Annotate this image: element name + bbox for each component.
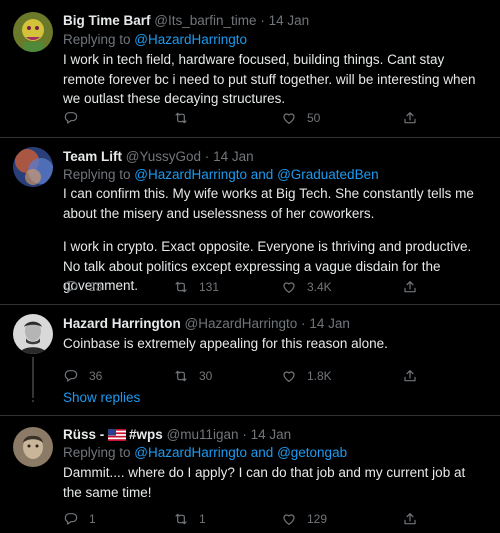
like-button[interactable]: 3.4K: [281, 277, 332, 297]
mention-link[interactable]: @HazardHarringto: [134, 32, 247, 47]
reply-button[interactable]: [63, 108, 89, 128]
share-icon: [402, 511, 418, 527]
tweet-text-paragraph: I can confirm this. My wife works at Big…: [63, 186, 474, 221]
user-handle[interactable]: @Its_barfin_time: [154, 13, 256, 28]
reply-count: 1: [89, 512, 96, 526]
share-button[interactable]: [402, 277, 428, 297]
retweet-count: 1: [199, 512, 206, 526]
tweet-text: I work in tech field, hardware focused, …: [63, 50, 483, 109]
avatar[interactable]: [13, 314, 53, 354]
tweet[interactable]: Rüss - #wps @mu11igan · 14 Jan Replying …: [0, 416, 500, 533]
replying-to-label: Replying to: [63, 445, 135, 460]
share-icon: [402, 368, 418, 384]
user-handle[interactable]: @mu11igan: [167, 427, 239, 442]
tweet-header: Hazard Harrington @HazardHarringto · 14 …: [63, 316, 350, 331]
replying-to: Replying to @HazardHarringto and @getong…: [63, 445, 347, 460]
tweet-header: Team Lift @YussyGod · 14 Jan: [63, 149, 254, 164]
tweet-text-paragraph: Coinbase is extremely appealing for this…: [63, 336, 388, 351]
like-icon: [281, 110, 297, 126]
reply-icon: [63, 279, 79, 295]
tweet[interactable]: Hazard Harrington @HazardHarringto · 14 …: [0, 305, 500, 416]
share-icon: [402, 279, 418, 295]
display-name[interactable]: Team Lift: [63, 149, 122, 164]
like-button[interactable]: 129: [281, 509, 327, 529]
us-flag-icon: [108, 429, 127, 441]
display-name[interactable]: Big Time Barf: [63, 13, 151, 28]
avatar[interactable]: [13, 427, 53, 467]
user-handle[interactable]: @HazardHarringto: [185, 316, 298, 331]
reply-button[interactable]: 23: [63, 277, 102, 297]
avatar[interactable]: [13, 12, 53, 52]
tweet-header: Rüss - #wps @mu11igan · 14 Jan: [63, 427, 291, 442]
tweet-text: Coinbase is extremely appealing for this…: [63, 334, 483, 354]
replying-to-label: Replying to: [63, 32, 135, 47]
timestamp[interactable]: 14 Jan: [309, 316, 350, 331]
timestamp[interactable]: 14 Jan: [251, 427, 292, 442]
like-button[interactable]: 1.8K: [281, 366, 332, 386]
reply-icon: [63, 368, 79, 384]
retweet-button[interactable]: 131: [173, 277, 219, 297]
share-button[interactable]: [402, 509, 428, 529]
tweet-actions: 36 30 1.8K: [63, 366, 483, 386]
retweet-button[interactable]: [173, 108, 199, 128]
separator-dot: ·: [204, 149, 210, 164]
reply-count: 36: [89, 369, 103, 383]
mention-link[interactable]: @HazardHarringto and @GraduatedBen: [134, 167, 378, 182]
retweet-icon: [173, 110, 189, 126]
like-icon: [281, 279, 297, 295]
retweet-icon: [173, 368, 189, 384]
timestamp[interactable]: 14 Jan: [269, 13, 310, 28]
tweet-actions: 23 131 3.4K: [63, 277, 483, 297]
separator-dot: ·: [301, 316, 306, 331]
retweet-count: 131: [199, 280, 220, 294]
retweet-button[interactable]: 30: [173, 366, 212, 386]
tweet-actions: 50: [63, 108, 483, 128]
reply-icon: [63, 110, 79, 126]
show-replies-link[interactable]: Show replies: [63, 390, 140, 405]
thread-dots: [30, 390, 36, 405]
like-count: 3.4K: [307, 280, 332, 294]
retweet-count: 30: [199, 369, 213, 383]
like-icon: [281, 511, 297, 527]
share-icon: [402, 110, 418, 126]
display-name[interactable]: Hazard Harrington: [63, 316, 181, 331]
share-button[interactable]: [402, 366, 428, 386]
timestamp[interactable]: 14 Jan: [213, 149, 254, 164]
reply-count: 23: [89, 280, 103, 294]
like-icon: [281, 368, 297, 384]
tweet-text-paragraph: Dammit.... where do I apply? I can do th…: [63, 465, 466, 500]
avatar[interactable]: [13, 147, 53, 187]
like-count: 50: [307, 111, 321, 125]
mention-link[interactable]: @HazardHarringto and @getongab: [134, 445, 347, 460]
share-button[interactable]: [402, 108, 428, 128]
retweet-icon: [173, 511, 189, 527]
replying-to: Replying to @HazardHarringto and @Gradua…: [63, 167, 379, 182]
retweet-icon: [173, 279, 189, 295]
user-handle[interactable]: @YussyGod: [126, 149, 201, 164]
display-name-hashtag: #wps: [129, 427, 163, 442]
display-name[interactable]: Rüss - #wps: [63, 427, 167, 442]
tweet[interactable]: Team Lift @YussyGod · 14 Jan Replying to…: [0, 138, 500, 305]
like-button[interactable]: 50: [281, 108, 320, 128]
tweet-text: Dammit.... where do I apply? I can do th…: [63, 463, 483, 502]
tweet-header: Big Time Barf @Its_barfin_time · 14 Jan: [63, 13, 309, 28]
reply-button[interactable]: 1: [63, 509, 96, 529]
reply-icon: [63, 511, 79, 527]
tweet[interactable]: Big Time Barf @Its_barfin_time · 14 Jan …: [0, 0, 500, 138]
display-name-text: Rüss -: [63, 427, 105, 442]
reply-button[interactable]: 36: [63, 366, 102, 386]
separator-dot: ·: [242, 427, 247, 442]
tweet-text-paragraph: I work in tech field, hardware focused, …: [63, 52, 476, 106]
replying-to-label: Replying to: [63, 167, 135, 182]
replying-to: Replying to @HazardHarringto: [63, 32, 247, 47]
like-count: 129: [307, 512, 328, 526]
retweet-button[interactable]: 1: [173, 509, 206, 529]
like-count: 1.8K: [307, 369, 332, 383]
tweet-actions: 1 1 129: [63, 509, 483, 529]
separator-dot: ·: [260, 13, 265, 28]
